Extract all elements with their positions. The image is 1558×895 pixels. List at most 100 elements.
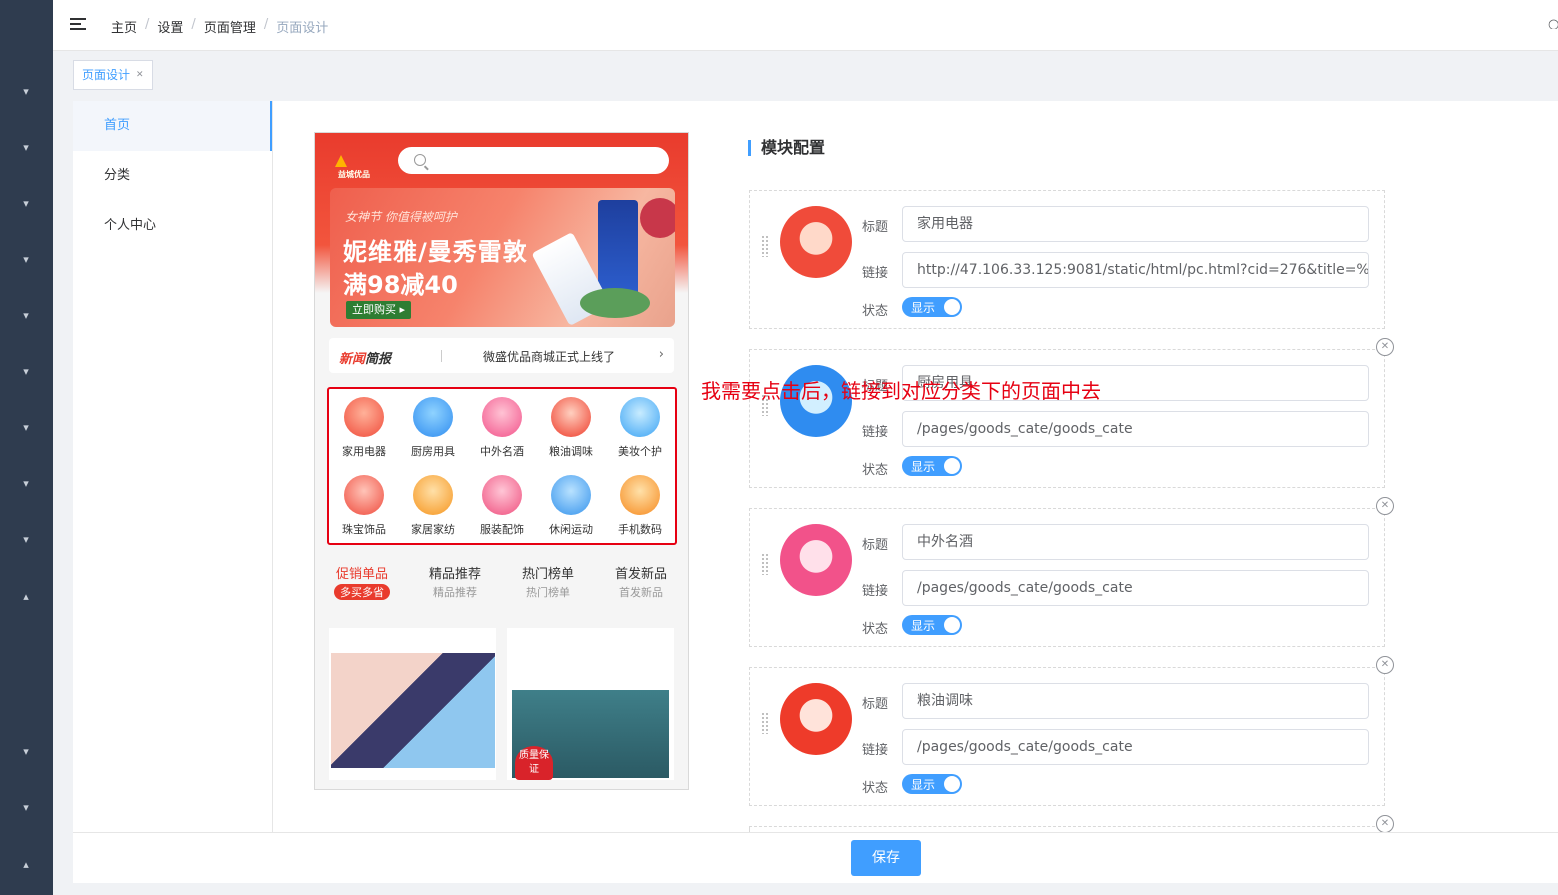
module-link-input[interactable]: http://47.106.33.125:9081/static/html/pc… xyxy=(902,252,1369,288)
category-grid: 家用电器 厨房用具 中外名酒 粮油调味 美妆个护 珠宝饰品 家居家纺 服装配饰 … xyxy=(327,387,677,545)
close-icon[interactable]: ✕ xyxy=(136,61,144,89)
breadcrumb: 主页 / 设置 / 页面管理 / 页面设计 xyxy=(111,17,329,36)
side-rail: ▾ ▾ ▾ ▾ ▾ ▾ ▾ ▾ ▾ ▴ ▾ ▾ ▴ xyxy=(0,0,53,895)
promo-tab[interactable]: 促销单品 多买多省 xyxy=(320,563,404,600)
close-icon[interactable]: ✕ xyxy=(1376,815,1394,833)
module-link-input[interactable]: /pages/goods_cate/goods_cate xyxy=(902,729,1369,765)
drag-handle-icon[interactable] xyxy=(761,235,769,257)
category-item[interactable]: 家用电器 xyxy=(330,397,398,459)
news-message: 微盛优品商城正式上线了 xyxy=(483,350,616,364)
discount-tag-icon xyxy=(413,475,453,515)
category-item[interactable]: 服装配饰 xyxy=(468,475,536,537)
goods-card[interactable]: 质量保证 xyxy=(507,628,674,780)
chevron-down-icon[interactable]: ▾ xyxy=(19,365,33,379)
status-toggle[interactable]: 显示 xyxy=(902,456,962,476)
footer-bar: 保存 xyxy=(73,832,1558,883)
lightning-icon xyxy=(344,475,384,515)
document-icon xyxy=(413,397,453,437)
bowl-icon xyxy=(780,683,852,755)
sub-nav: 首页 分类 个人中心 xyxy=(73,101,273,832)
banner-buy-button[interactable]: 立即购买 ▸ xyxy=(346,301,412,319)
chevron-down-icon[interactable]: ▾ xyxy=(19,745,33,759)
chevron-right-icon: › xyxy=(658,347,664,362)
status-toggle[interactable]: 显示 xyxy=(902,615,962,635)
module-title-input[interactable]: 中外名酒 xyxy=(902,524,1369,560)
chevron-down-icon[interactable]: ▾ xyxy=(19,253,33,267)
module-item: ✕ 标题 厨房用具 链接 /pages/goods_cate/goods_cat… xyxy=(749,338,1394,488)
category-item[interactable]: 珠宝饰品 xyxy=(330,475,398,537)
calendar-icon xyxy=(780,524,852,596)
chevron-down-icon[interactable]: ▾ xyxy=(19,85,33,99)
phone-preview: 益城优品 女神节 你值得被呵护 妮维雅/曼秀雷敦 满98减40 立即购买 ▸ 新… xyxy=(314,132,689,790)
config-title: 模块配置 xyxy=(748,140,825,156)
subnav-item-category[interactable]: 分类 xyxy=(73,151,272,201)
module-item: ✕ 标题 中外名酒 链接 /pages/goods_cate/goods_cat… xyxy=(749,497,1394,647)
close-icon[interactable]: ✕ xyxy=(1376,656,1394,674)
chevron-up-icon[interactable]: ▴ xyxy=(19,590,33,604)
close-icon[interactable]: ✕ xyxy=(1376,338,1394,356)
shopping-bag-icon xyxy=(780,206,852,278)
chevron-down-icon[interactable]: ▾ xyxy=(19,421,33,435)
breadcrumb-home[interactable]: 主页 xyxy=(111,17,137,36)
module-link-input[interactable]: /pages/goods_cate/goods_cate xyxy=(902,411,1369,447)
product-image xyxy=(331,653,495,768)
promo-tab[interactable]: 精品推荐 精品推荐 xyxy=(413,563,497,600)
bowl-icon xyxy=(551,397,591,437)
tags-bar: 页面设计 ✕ xyxy=(53,51,1558,101)
category-item[interactable]: 家居家纺 xyxy=(399,475,467,537)
subnav-item-profile[interactable]: 个人中心 xyxy=(73,201,272,251)
promo-tabs: 促销单品 多买多省 精品推荐 精品推荐 热门榜单 热门榜单 首发新品 首发新品 xyxy=(315,563,688,603)
quality-seal: 质量保证 xyxy=(515,746,553,780)
search-icon[interactable]: ○ xyxy=(1548,17,1558,29)
save-button[interactable]: 保存 xyxy=(851,840,921,876)
chevron-down-icon[interactable]: ▾ xyxy=(19,801,33,815)
category-item[interactable]: 厨房用具 xyxy=(399,397,467,459)
promo-tab[interactable]: 热门榜单 热门榜单 xyxy=(506,563,590,600)
subnav-item-home[interactable]: 首页 xyxy=(73,101,272,151)
category-item[interactable]: 美妆个护 xyxy=(606,397,674,459)
category-item[interactable]: 手机数码 xyxy=(606,475,674,537)
chevron-down-icon[interactable]: ▾ xyxy=(19,141,33,155)
megaphone-icon xyxy=(620,397,660,437)
chevron-down-icon[interactable]: ▾ xyxy=(19,477,33,491)
module-title-input[interactable]: 家用电器 xyxy=(902,206,1369,242)
gift-box-icon xyxy=(620,475,660,515)
banner-subtitle: 女神节 你值得被呵护 xyxy=(345,210,457,224)
hamburger-icon[interactable] xyxy=(70,18,86,32)
search-icon xyxy=(414,154,426,166)
chevron-down-icon[interactable]: ▾ xyxy=(19,309,33,323)
promo-tab[interactable]: 首发新品 首发新品 xyxy=(599,563,683,600)
banner-line2: 满98减40 xyxy=(343,271,458,299)
category-item[interactable]: 休闲运动 xyxy=(537,475,605,537)
status-toggle[interactable]: 显示 xyxy=(902,774,962,794)
promo-banner[interactable]: 女神节 你值得被呵护 妮维雅/曼秀雷敦 满98减40 立即购买 ▸ xyxy=(330,188,675,327)
goods-card[interactable] xyxy=(329,628,496,780)
category-item[interactable]: 粮油调味 xyxy=(537,397,605,459)
breadcrumb-settings[interactable]: 设置 xyxy=(157,17,183,36)
breadcrumb-page-manage[interactable]: 页面管理 xyxy=(204,17,256,36)
drag-handle-icon[interactable] xyxy=(761,553,769,575)
chevron-down-icon[interactable]: ▾ xyxy=(19,533,33,547)
main-card: 首页 分类 个人中心 益城优品 女神节 你值得被呵护 妮维雅/曼秀雷敦 满98减… xyxy=(73,101,1558,883)
tag-label: 页面设计 xyxy=(82,68,131,82)
tag-page-design[interactable]: 页面设计 ✕ xyxy=(73,60,153,90)
shopping-bag-icon xyxy=(344,397,384,437)
module-item: 标题 家用电器 链接 http://47.106.33.125:9081/sta… xyxy=(749,190,1385,329)
breadcrumb-current: 页面设计 xyxy=(276,21,329,36)
module-link-input[interactable]: /pages/goods_cate/goods_cate xyxy=(902,570,1369,606)
chevron-up-icon[interactable]: ▴ xyxy=(19,858,33,872)
calendar-icon xyxy=(482,397,522,437)
drag-handle-icon[interactable] xyxy=(761,712,769,734)
status-toggle[interactable]: 显示 xyxy=(902,297,962,317)
phone-search-bar[interactable] xyxy=(398,147,669,174)
chevron-down-icon[interactable]: ▾ xyxy=(19,197,33,211)
location-pin-icon xyxy=(482,475,522,515)
banner-line1: 妮维雅/曼秀雷敦 xyxy=(343,238,528,266)
logo: 益城优品 xyxy=(335,153,379,179)
module-item: ✕ 标题 粮油调味 链接 /pages/goods_cate/goods_cat… xyxy=(749,656,1394,806)
close-icon[interactable]: ✕ xyxy=(1376,497,1394,515)
category-item[interactable]: 中外名酒 xyxy=(468,397,536,459)
news-icon xyxy=(551,475,591,515)
module-title-input[interactable]: 粮油调味 xyxy=(902,683,1369,719)
news-bar[interactable]: 新闻简报 微盛优品商城正式上线了 › xyxy=(329,338,674,373)
